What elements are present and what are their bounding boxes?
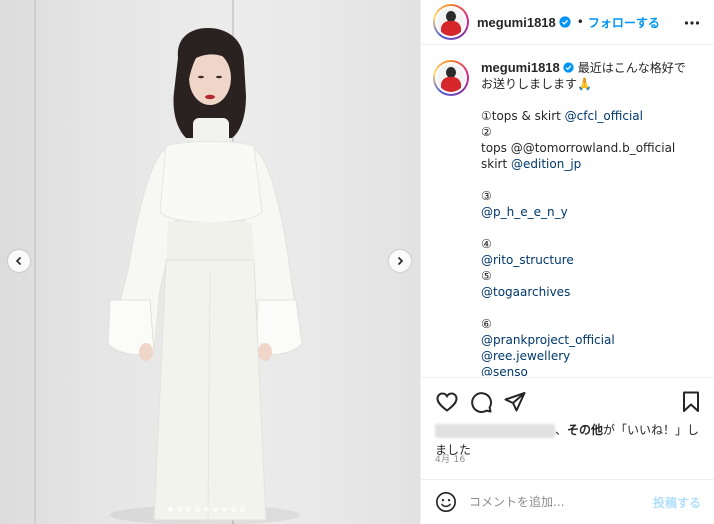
person-figure [107,28,303,521]
caption-line [481,220,699,236]
caption-line-text: 最近はこんな格好で [577,61,686,75]
caption-line-text: ③ [481,189,492,203]
carousel-dot [168,507,173,512]
carousel-dot [204,507,209,512]
caption-line: megumi1818 最近はこんな格好で [481,60,699,76]
verified-badge-icon [563,62,574,73]
caption-line: お送りしまします🙏 [481,76,699,92]
caption-line: ⑤ [481,268,699,284]
likes-comma: 、 [555,423,568,437]
likes-text: 、その他が「いいね！」し ました [435,420,705,460]
caption-line: @ree.jewellery [481,348,699,364]
post-side-panel: megumi1818 • フォローする megumi1818 最近はこんな格好でお… [420,0,714,524]
smiley-icon[interactable] [435,491,457,513]
caption-line-text: tops @@tomorrowland.b_official [481,141,676,155]
caption-line-text: skirt [481,157,511,171]
caption-line [481,300,699,316]
caption-line: @togaarchives [481,284,699,300]
avatar[interactable] [433,4,469,40]
carousel-dots [168,507,245,512]
carousel-dot [240,507,245,512]
separator-dot: • [576,15,584,29]
caption-line-text: ④ [481,237,492,251]
post-comment-button[interactable]: 投稿する [653,494,701,511]
mention-link[interactable]: @rito_structure [481,253,574,267]
follow-button[interactable]: フォローする [588,14,660,31]
post-photo[interactable] [0,0,420,524]
mention-link[interactable]: @cfcl_official [565,109,643,123]
caption-line: ③ [481,188,699,204]
caption-line: ⑥ [481,316,699,332]
comment-input[interactable] [469,495,653,509]
caption-line-text: お送りしまします🙏 [481,77,592,91]
caption-line [481,92,699,108]
heart-icon[interactable] [435,390,459,414]
comment-icon[interactable] [469,390,493,414]
caption-scroll-area[interactable]: megumi1818 最近はこんな格好でお送りしまします🙏 ①tops & skir… [421,46,714,376]
likes-others-link[interactable]: その他 [567,423,603,437]
next-image-button[interactable] [389,250,411,272]
carousel-dot [231,507,236,512]
caption-line: @rito_structure [481,252,699,268]
caption-line: @prankproject_official [481,332,699,348]
more-options-icon[interactable] [684,16,700,30]
mention-link[interactable]: @senso [481,365,528,376]
post-header: megumi1818 • フォローする [421,0,714,45]
carousel-dot [195,507,200,512]
caption-text: megumi1818 最近はこんな格好でお送りしまします🙏 ①tops & skir… [481,60,699,376]
blurred-username[interactable] [435,423,555,438]
caption-line: ①tops & skirt @cfcl_official [481,108,699,124]
caption-line: ④ [481,236,699,252]
verified-badge-icon [559,16,571,28]
chevron-left-icon [15,256,22,266]
carousel-dot [177,507,182,512]
caption-line [481,172,699,188]
caption-line: tops @@tomorrowland.b_official [481,140,699,156]
comment-bar: 投稿する [421,479,714,524]
carousel-dot [213,507,218,512]
mention-link[interactable]: @togaarchives [481,285,570,299]
caption-username[interactable]: megumi1818 [481,60,560,75]
mention-link[interactable]: @prankproject_official [481,333,615,347]
caption-line: skirt @edition_jp [481,156,699,172]
previous-image-button[interactable] [8,250,30,272]
caption-line: ② [481,124,699,140]
post-date[interactable]: 4月 16 [435,452,466,465]
mention-link[interactable]: @edition_jp [511,157,581,171]
caption-line-text: ② [481,125,492,139]
caption-line-text: ①tops & skirt [481,109,565,123]
header-username[interactable]: megumi1818 [477,15,556,30]
caption-line-text: ⑤ [481,269,492,283]
carousel-dot [186,507,191,512]
chevron-right-icon [397,256,404,266]
carousel-dot [222,507,227,512]
caption-avatar[interactable] [433,60,469,96]
mention-link[interactable]: @p_h_e_e_n_y [481,205,568,219]
mention-link[interactable]: @ree.jewellery [481,349,570,363]
caption-line: @p_h_e_e_n_y [481,204,699,220]
likes-suffix-1: が「いいね！」し [603,423,700,437]
bookmark-icon[interactable] [679,390,703,414]
caption-line-text: ⑥ [481,317,492,331]
paper-plane-icon[interactable] [503,390,527,414]
caption-line: @senso [481,364,699,376]
